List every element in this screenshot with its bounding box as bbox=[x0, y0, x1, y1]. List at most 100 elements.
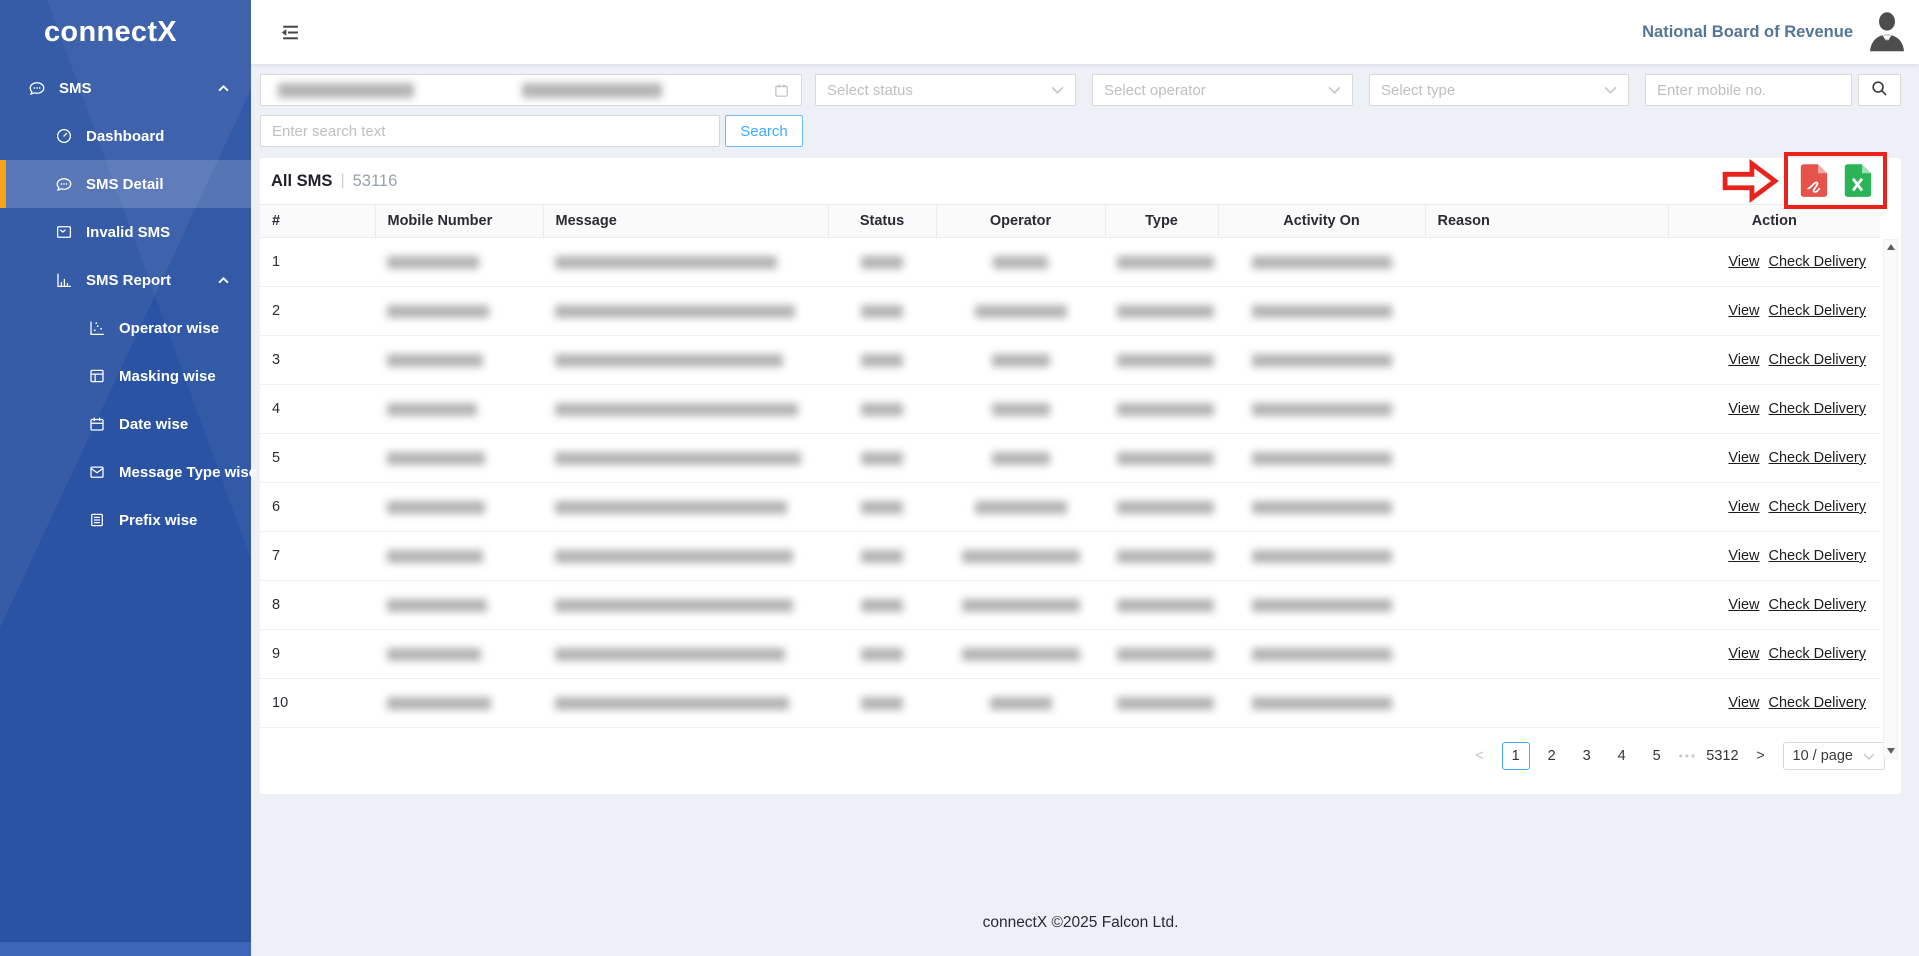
redacted-activity bbox=[1252, 256, 1392, 269]
sidebar-item-sms-report[interactable]: SMS Report bbox=[0, 256, 251, 304]
view-link[interactable]: View bbox=[1728, 401, 1759, 417]
sidebar-item-label: SMS Detail bbox=[86, 176, 164, 193]
export-annotation-cluster bbox=[1721, 152, 1887, 209]
row-index: 9 bbox=[260, 630, 375, 679]
invalid-mail-icon bbox=[55, 223, 73, 241]
sidebar-item-date-wise[interactable]: Date wise bbox=[0, 400, 251, 448]
calendar-icon bbox=[88, 415, 106, 433]
scroll-down-icon[interactable] bbox=[1887, 748, 1895, 754]
check-delivery-link[interactable]: Check Delivery bbox=[1769, 450, 1867, 466]
mobile-number-field[interactable] bbox=[1645, 74, 1852, 106]
sidebar-item-masking-wise[interactable]: Masking wise bbox=[0, 352, 251, 400]
pdf-export-icon[interactable] bbox=[1799, 163, 1828, 198]
redacted-type bbox=[1117, 354, 1214, 367]
sidebar-item-message-type-wise[interactable]: Message Type wise bbox=[0, 448, 251, 496]
sidebar-item-sms-detail[interactable]: SMS Detail bbox=[0, 160, 251, 208]
redacted-mobile bbox=[387, 354, 483, 367]
sidebar-item-prefix-wise[interactable]: Prefix wise bbox=[0, 496, 251, 544]
menu-fold-icon[interactable] bbox=[275, 18, 304, 47]
redacted-message bbox=[555, 256, 777, 269]
check-delivery-link[interactable]: Check Delivery bbox=[1769, 548, 1867, 564]
row-index: 7 bbox=[260, 532, 375, 581]
view-link[interactable]: View bbox=[1728, 597, 1759, 613]
col-type: Type bbox=[1105, 205, 1218, 238]
pagination-page-1[interactable]: 1 bbox=[1502, 742, 1530, 770]
operator-select-placeholder: Select operator bbox=[1104, 82, 1328, 99]
check-delivery-link[interactable]: Check Delivery bbox=[1769, 401, 1867, 417]
redacted-type bbox=[1117, 403, 1214, 416]
view-link[interactable]: View bbox=[1728, 254, 1759, 270]
check-delivery-link[interactable]: Check Delivery bbox=[1769, 352, 1867, 368]
check-delivery-link[interactable]: Check Delivery bbox=[1769, 597, 1867, 613]
reason-cell bbox=[1425, 581, 1668, 630]
sidebar-nav: SMS Dashboard SMS Detail Invalid SMS bbox=[0, 64, 251, 544]
table-scrollbar[interactable] bbox=[1883, 239, 1898, 759]
search-text-input[interactable] bbox=[272, 116, 708, 146]
table-row: 10 ViewCheck Delivery bbox=[260, 679, 1880, 728]
dashboard-icon bbox=[55, 127, 73, 145]
scroll-up-icon[interactable] bbox=[1887, 244, 1895, 250]
operator-select[interactable]: Select operator bbox=[1092, 74, 1353, 106]
pagination-page-2[interactable]: 2 bbox=[1539, 742, 1565, 770]
sidebar-item-sms[interactable]: SMS bbox=[0, 64, 251, 112]
view-link[interactable]: View bbox=[1728, 499, 1759, 515]
mobile-search-button[interactable] bbox=[1858, 74, 1901, 106]
sidebar-item-label: SMS Report bbox=[86, 272, 171, 289]
table-header: # Mobile Number Message Status Operator … bbox=[260, 205, 1880, 238]
page-size-select[interactable]: 10 / page bbox=[1783, 742, 1885, 770]
search-text-field[interactable] bbox=[260, 115, 720, 147]
sidebar-item-label: Prefix wise bbox=[119, 512, 197, 529]
status-select[interactable]: Select status bbox=[815, 74, 1076, 106]
view-link[interactable]: View bbox=[1728, 646, 1759, 662]
redacted-type bbox=[1117, 697, 1214, 710]
mobile-number-input[interactable] bbox=[1657, 75, 1840, 105]
table-row: 5 ViewCheck Delivery bbox=[260, 434, 1880, 483]
sidebar-collapse-trigger[interactable] bbox=[0, 942, 251, 956]
redacted-activity bbox=[1252, 648, 1392, 661]
table-row: 6 ViewCheck Delivery bbox=[260, 483, 1880, 532]
pagination-ellipsis[interactable]: ••• bbox=[1679, 749, 1698, 763]
check-delivery-link[interactable]: Check Delivery bbox=[1769, 646, 1867, 662]
view-link[interactable]: View bbox=[1728, 303, 1759, 319]
type-select[interactable]: Select type bbox=[1369, 74, 1629, 106]
check-delivery-link[interactable]: Check Delivery bbox=[1769, 695, 1867, 711]
redacted-type bbox=[1117, 550, 1214, 563]
redacted-operator bbox=[993, 256, 1048, 269]
sidebar-item-dashboard[interactable]: Dashboard bbox=[0, 112, 251, 160]
col-index: # bbox=[260, 205, 375, 238]
sidebar-item-operator-wise[interactable]: Operator wise bbox=[0, 304, 251, 352]
check-delivery-link[interactable]: Check Delivery bbox=[1769, 499, 1867, 515]
view-link[interactable]: View bbox=[1728, 450, 1759, 466]
redacted-operator bbox=[962, 648, 1080, 661]
pagination-next-button[interactable]: > bbox=[1748, 742, 1774, 770]
date-range-input[interactable] bbox=[260, 74, 802, 106]
redacted-end-date bbox=[522, 83, 662, 98]
view-link[interactable]: View bbox=[1728, 548, 1759, 564]
view-link[interactable]: View bbox=[1728, 695, 1759, 711]
chevron-down-icon bbox=[1604, 86, 1617, 94]
brand-logo: connectX bbox=[0, 0, 251, 64]
pagination-page-5[interactable]: 5 bbox=[1644, 742, 1670, 770]
reason-cell bbox=[1425, 532, 1668, 581]
pagination-page-4[interactable]: 4 bbox=[1609, 742, 1635, 770]
redacted-status bbox=[861, 452, 903, 465]
view-link[interactable]: View bbox=[1728, 352, 1759, 368]
user-avatar-icon[interactable] bbox=[1865, 10, 1909, 54]
reason-cell bbox=[1425, 287, 1668, 336]
sidebar-item-label: Masking wise bbox=[119, 368, 216, 385]
check-delivery-link[interactable]: Check Delivery bbox=[1769, 303, 1867, 319]
status-select-placeholder: Select status bbox=[827, 82, 1051, 99]
redacted-message bbox=[555, 550, 793, 563]
check-delivery-link[interactable]: Check Delivery bbox=[1769, 254, 1867, 270]
redacted-activity bbox=[1252, 354, 1392, 367]
pagination-last-page[interactable]: 5312 bbox=[1706, 742, 1738, 770]
redacted-operator bbox=[962, 550, 1080, 563]
excel-export-icon[interactable] bbox=[1843, 163, 1872, 198]
sidebar-item-invalid-sms[interactable]: Invalid SMS bbox=[0, 208, 251, 256]
annotation-red-box bbox=[1784, 152, 1887, 209]
sms-table: # Mobile Number Message Status Operator … bbox=[260, 204, 1880, 728]
search-button[interactable]: Search bbox=[725, 115, 803, 147]
redacted-activity bbox=[1252, 403, 1392, 416]
pagination-prev-button[interactable]: < bbox=[1467, 742, 1493, 770]
pagination-page-3[interactable]: 3 bbox=[1574, 742, 1600, 770]
